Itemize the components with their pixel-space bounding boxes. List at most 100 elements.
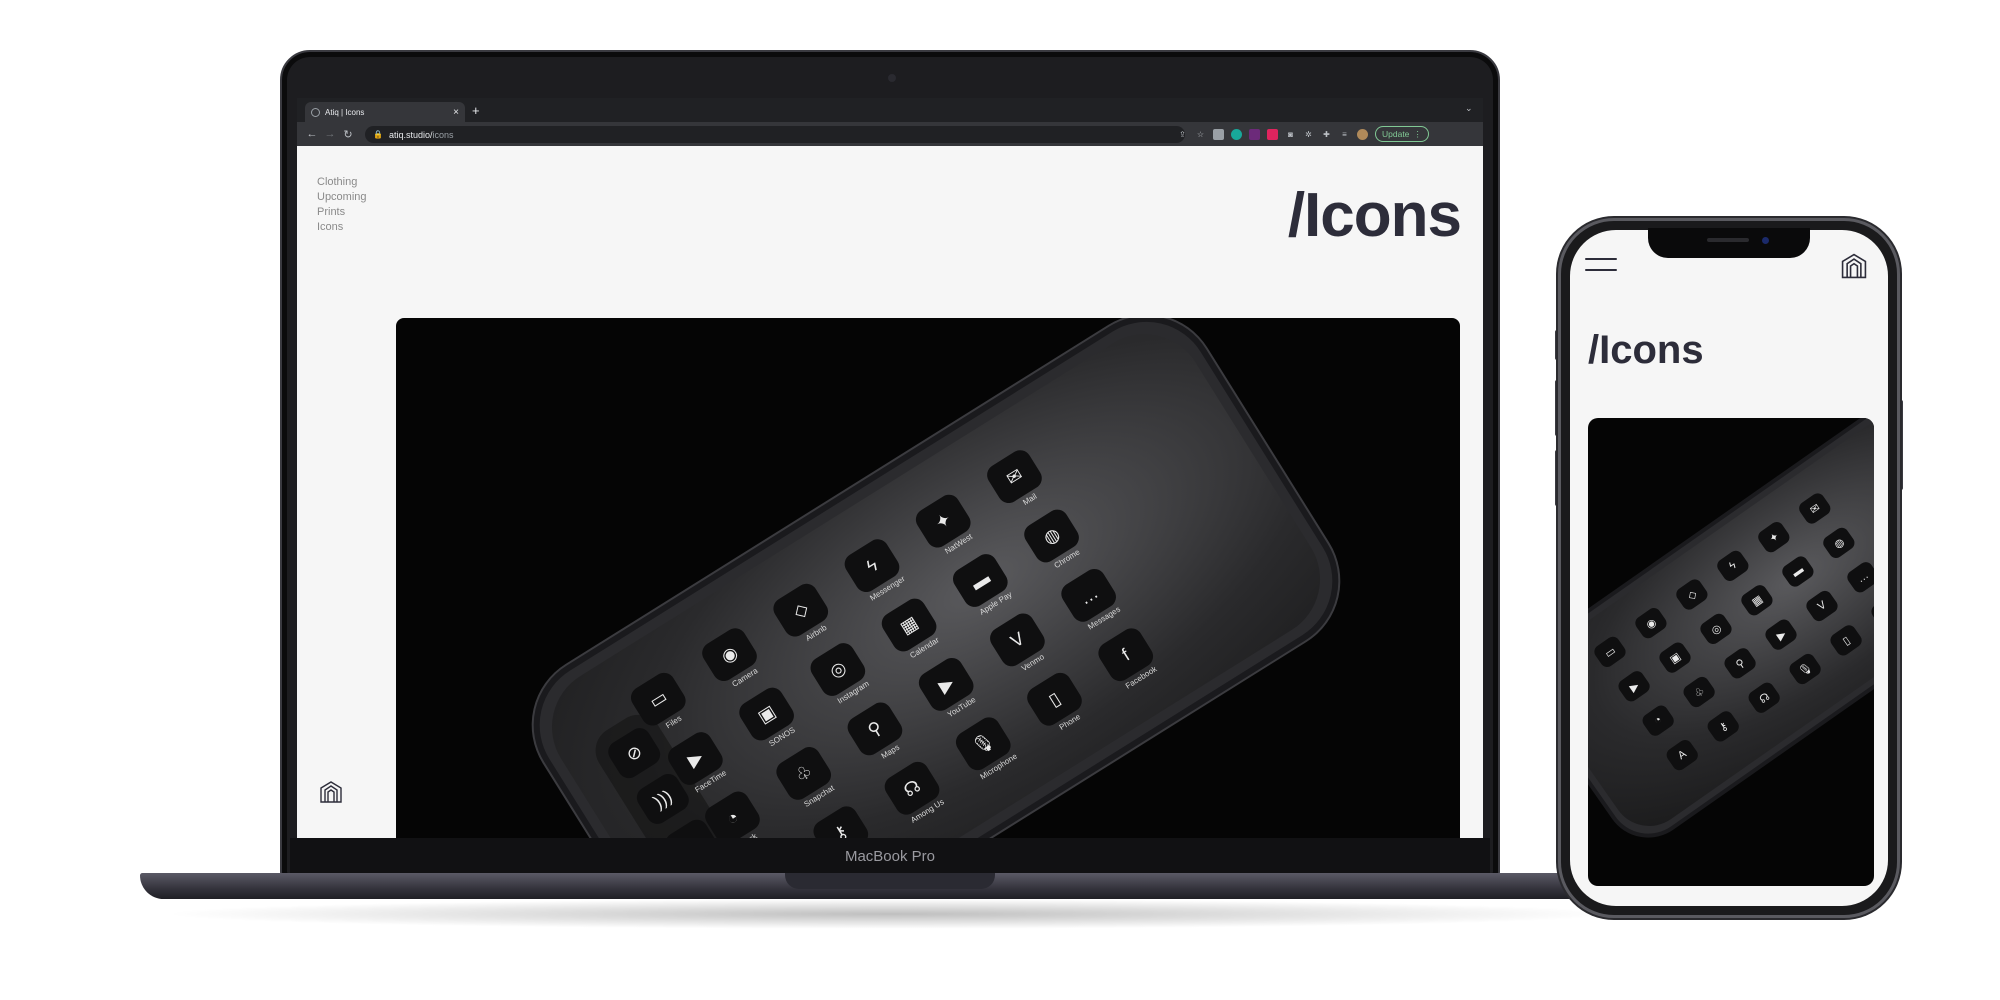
app-icon-phone: ▯ Phone	[1023, 668, 1086, 732]
mobile-photographed-phone-screen: ▭◉◇ϟ✦✉▶▣◎▦▬◍◔♧⚲▶V…A⚷☊🎙▯f	[1588, 418, 1874, 841]
nav-link-icons[interactable]: Icons	[317, 220, 367, 235]
mobile-app-icon-maps: ⚲	[1721, 645, 1759, 682]
url-host: atiq.studio/	[388, 129, 433, 140]
phone-speaker	[1707, 238, 1749, 242]
mobile-app-icon-phone: ▯	[1827, 622, 1865, 659]
mobile-app-icon-venmo: V	[1803, 588, 1841, 624]
puzzle-icon[interactable]: ✚	[1321, 129, 1332, 140]
mobile-app-icon-app-store: A	[1663, 737, 1701, 773]
browser-toolbar: ← → ↻ 🔒 atiq.studio/icons ⇪ ☆ ◙ ✲ ✚ ≡ Up…	[297, 122, 1483, 146]
mobile-app-icon-instagram: ◎	[1697, 611, 1735, 647]
app-label: Among Us	[909, 797, 946, 825]
laptop-shadow	[160, 899, 1620, 929]
app-icon-facebook: f Facebook	[1094, 624, 1158, 691]
nav-link-clothing[interactable]: Clothing	[317, 175, 367, 190]
page-title: /Icons	[1287, 181, 1462, 250]
app-icon-natwest: ✦ NatWest	[911, 490, 975, 556]
app-icon-chrome: ◍ Chrome	[1020, 505, 1084, 570]
app-icon-among-us: ☊ Among Us	[880, 757, 946, 825]
mobile-page-title: /Icons	[1588, 328, 1704, 372]
tab-close-icon[interactable]: ×	[453, 107, 459, 118]
new-tab-icon[interactable]: +	[472, 103, 480, 118]
share-icon[interactable]: ⇪	[1177, 129, 1188, 140]
app-grid: ▭ Files ◉ Camera ◇ Airbnb ϟ Messenger ✦ NatWest ✉ M…	[626, 431, 1194, 838]
mobile-app-icon-clock: ◔	[1639, 702, 1677, 739]
mobile-app-icon-sonos: ▣	[1656, 639, 1694, 676]
app-icon-messenger: ϟ Messenger	[840, 535, 907, 603]
mobile-app-icon-authenticator: ⚷	[1704, 708, 1742, 745]
settings-extension-icon[interactable]: ✲	[1303, 129, 1314, 140]
address-bar[interactable]: 🔒 atiq.studio/icons	[365, 126, 1185, 143]
app-icon-venmo: V Venmo	[985, 609, 1049, 673]
app-label: Microphone	[978, 751, 1019, 782]
mobile-app-icon-among-us: ☊	[1745, 679, 1783, 716]
extensions-row: ⇪ ☆ ◙ ✲ ✚ ≡ Update ⋮	[1177, 126, 1429, 142]
avatar[interactable]	[1357, 128, 1368, 140]
mobile-app-icon-chrome: ◍	[1820, 525, 1858, 561]
phone-notch	[1648, 228, 1810, 258]
app-icon-airbnb: ◇ Airbnb	[769, 579, 833, 643]
hamburger-menu-icon[interactable]	[1585, 258, 1617, 274]
app-icon-snapchat: ♧ Snapchat	[772, 742, 836, 809]
bookmark-star-icon[interactable]: ☆	[1195, 129, 1206, 140]
app-icon-messages: … Messages	[1057, 564, 1122, 632]
app-icon-sonos: ▣ SONOS	[735, 683, 799, 748]
tab-title: Atiq | Icons	[325, 107, 365, 117]
mobile-app-icon-facebook: f	[1868, 593, 1874, 630]
laptop-label: MacBook Pro	[844, 848, 936, 865]
laptop-open-notch	[785, 873, 995, 889]
mobile-app-icon-snapchat: ♧	[1680, 674, 1718, 710]
site-nav: Clothing Upcoming Prints Icons	[317, 175, 367, 235]
app-label: Clock	[716, 818, 780, 838]
app-icon-calendar: ▦ Calendar	[877, 594, 941, 660]
tab-search-chevron-icon[interactable]: ⌄	[1465, 103, 1473, 114]
tab-favicon-icon	[311, 107, 320, 117]
mobile-app-icon-airbnb: ◇	[1673, 576, 1711, 613]
update-label: Update	[1382, 129, 1410, 139]
mobile-app-icon-youtube: ▶	[1762, 616, 1800, 653]
mobile-app-icon-messenger: ϟ	[1714, 547, 1752, 584]
mobile-app-icon-mail: ✉	[1796, 490, 1834, 527]
app-label: Phone	[1057, 712, 1083, 732]
mobile-app-icon-files: ▭	[1591, 633, 1629, 670]
app-icon-authenticator: ⚷Authenticator	[809, 802, 873, 838]
extension-icon[interactable]	[1213, 128, 1224, 140]
mobile-photographed-phone: ▭◉◇ϟ✦✉▶▣◎▦▬◍◔♧⚲▶V…A⚷☊🎙▯f	[1588, 418, 1874, 855]
laptop-camera	[888, 74, 896, 82]
app-icon-microphone: 🎙 Microphone	[951, 713, 1019, 781]
mobile-app-icon-microphone: 🎙	[1786, 651, 1824, 687]
mobile-app-grid: ▭◉◇ϟ✦✉▶▣◎▦▬◍◔♧⚲▶V…A⚷☊🎙▯f	[1591, 480, 1874, 786]
lock-icon: 🔒	[373, 130, 383, 139]
mobile-app-icon-messages: …	[1844, 559, 1874, 596]
more-icon: ⋮	[1413, 128, 1422, 139]
photographed-phone: ⊘)))✓⚙ ▭Files◉Camera◇AirbnbϟMessenger✦Na…	[507, 318, 1365, 838]
app-icon-mail: ✉ Mail	[982, 446, 1046, 508]
app-icon-youtube: ▶ YouTube	[914, 653, 978, 719]
browser-tab[interactable]: Atiq | Icons ×	[305, 102, 465, 122]
mobile-app-icon-calendar: ▦	[1738, 582, 1776, 619]
photographed-phone-screen: ⊘)))✓⚙ ▭Files◉Camera◇AirbnbϟMessenger✦Na…	[529, 318, 1343, 838]
app-icon-apple-pay: ▬ Apple Pay	[948, 549, 1014, 617]
extension-icon[interactable]	[1231, 128, 1242, 140]
extension-icon[interactable]	[1267, 128, 1278, 140]
mobile-logo-icon[interactable]	[1838, 250, 1870, 282]
mobile-app-icon-camera: ◉	[1632, 605, 1670, 642]
reading-list-icon[interactable]: ≡	[1339, 129, 1350, 140]
mobile-hero-image: ▭◉◇ϟ✦✉▶▣◎▦▬◍◔♧⚲▶V…A⚷☊🎙▯f	[1588, 418, 1874, 886]
app-icon-camera: ◉ Camera	[698, 624, 761, 689]
forward-icon[interactable]: →	[321, 128, 339, 140]
reload-icon[interactable]: ↻	[339, 128, 357, 141]
mobile-app-icon-facetime: ▶	[1615, 668, 1653, 705]
laptop-screen: Atiq | Icons × + ⌄ ← → ↻ 🔒 atiq.studio/i…	[297, 98, 1483, 838]
browser-tab-bar: Atiq | Icons × + ⌄	[297, 98, 1483, 122]
extension-icon[interactable]	[1249, 128, 1260, 140]
mobile-app-icon-natwest: ✦	[1755, 519, 1793, 556]
update-button[interactable]: Update ⋮	[1375, 126, 1429, 142]
nav-link-upcoming[interactable]: Upcoming	[317, 190, 367, 205]
logo-icon[interactable]	[317, 778, 345, 806]
app-label: Facebook	[1123, 664, 1159, 691]
camera-extension-icon[interactable]: ◙	[1285, 129, 1296, 140]
app-icon-instagram: ◎ Instagram	[806, 638, 871, 706]
back-icon[interactable]: ←	[303, 128, 321, 140]
nav-link-prints[interactable]: Prints	[317, 205, 367, 220]
